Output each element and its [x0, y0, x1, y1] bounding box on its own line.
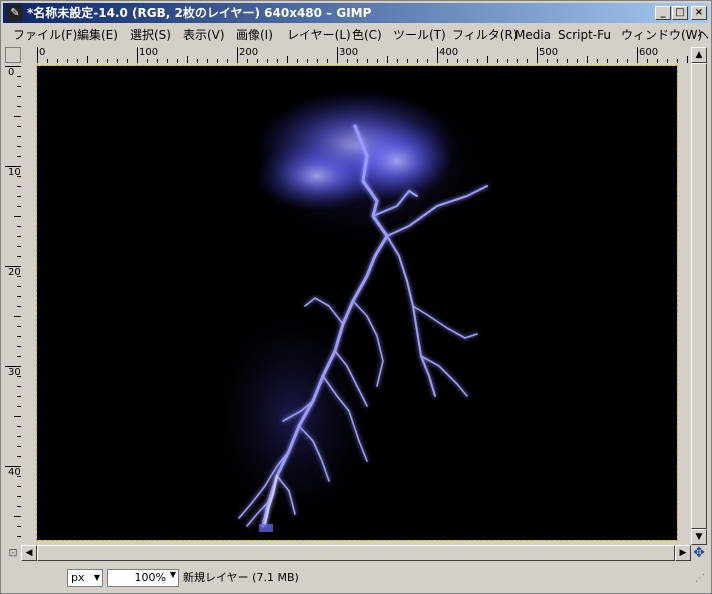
scroll-right-arrow-icon[interactable]: ▶: [675, 545, 691, 561]
chevron-down-icon: ▼: [93, 573, 100, 582]
menu-layer[interactable]: レイヤー(L): [287, 27, 351, 43]
ruler-label: 100: [139, 47, 159, 58]
vertical-scrollbar[interactable]: ▲ ▼: [691, 47, 707, 545]
horizontal-scrollbar[interactable]: ◀ ▶: [21, 545, 691, 561]
resize-grip-icon[interactable]: ⋰: [695, 573, 705, 584]
minimize-button[interactable]: _: [655, 6, 671, 20]
menu-view[interactable]: 表示(V): [183, 27, 225, 43]
navigate-icon[interactable]: ✥: [691, 545, 707, 561]
ruler-minor-tick: [87, 56, 88, 63]
lightning-image: [202, 76, 507, 536]
ruler-minor-tick: [487, 56, 488, 63]
unit-selector[interactable]: px ▼: [67, 569, 103, 587]
menu-script-fu[interactable]: Script-Fu: [558, 27, 611, 43]
ruler-minor-tick: [14, 416, 21, 417]
scroll-down-arrow-icon[interactable]: ▼: [691, 529, 707, 545]
image-canvas[interactable]: [36, 65, 678, 541]
maximize-button[interactable]: □: [672, 6, 688, 20]
menu-help[interactable]: ヘ: [697, 27, 709, 43]
status-bar: px ▼ 100% ▼ 新規レイヤー (7.1 MB) ⋰: [3, 565, 709, 591]
ruler-corner[interactable]: [5, 47, 21, 63]
menu-colors[interactable]: 色(C): [352, 27, 382, 43]
menu-file[interactable]: ファイル(F): [13, 27, 77, 43]
gimp-icon: ✎: [7, 5, 23, 21]
ruler-tick: [337, 47, 338, 63]
close-button[interactable]: ×: [691, 6, 707, 20]
gimp-window: ✎ *名称未設定-14.0 (RGB, 2枚のレイヤー) 640x480 – G…: [0, 0, 712, 594]
ruler-minor-tick: [14, 316, 21, 317]
unit-value: px: [71, 571, 85, 584]
menu-image[interactable]: 画像(I): [236, 27, 273, 43]
ruler-label: 600: [639, 47, 659, 58]
chevron-down-icon: ▼: [169, 570, 176, 579]
menu-filters[interactable]: フィルタ(R): [452, 27, 517, 43]
ruler-tick: [637, 47, 638, 63]
vertical-scroll-thumb[interactable]: [691, 63, 707, 529]
ruler-tick: [237, 47, 238, 63]
horizontal-ruler[interactable]: 0 100 200 300 400 500 600: [21, 47, 689, 64]
scroll-up-arrow-icon[interactable]: ▲: [691, 47, 707, 63]
ruler-tick: [137, 47, 138, 63]
quick-mask-icon[interactable]: ⊡: [5, 545, 21, 561]
menu-bar: ファイル(F) 編集(E) 選択(S) 表示(V) 画像(I) レイヤー(L) …: [3, 25, 709, 45]
menu-edit[interactable]: 編集(E): [77, 27, 118, 43]
horizontal-scroll-thumb[interactable]: [37, 545, 675, 561]
ruler-tick: [537, 47, 538, 63]
title-bar[interactable]: ✎ *名称未設定-14.0 (RGB, 2枚のレイヤー) 640x480 – G…: [3, 3, 709, 23]
zoom-value: 100%: [134, 571, 166, 584]
ruler-tick: [437, 47, 438, 63]
ruler-minor-tick: [187, 56, 188, 63]
ruler-minor-tick: [14, 516, 21, 517]
ruler-label: 400: [439, 47, 459, 58]
ruler-label: 0: [39, 47, 46, 58]
ruler-label: 500: [539, 47, 559, 58]
ruler-minor-tick: [14, 216, 21, 217]
menu-media[interactable]: Media: [515, 27, 551, 43]
canvas-area[interactable]: [21, 63, 689, 543]
menu-select[interactable]: 選択(S): [130, 27, 171, 43]
ruler-minor-tick: [587, 56, 588, 63]
menu-tools[interactable]: ツール(T): [393, 27, 446, 43]
ruler-label: 200: [239, 47, 259, 58]
scroll-left-arrow-icon[interactable]: ◀: [21, 545, 37, 561]
ruler-tick: [37, 47, 38, 63]
window-title: *名称未設定-14.0 (RGB, 2枚のレイヤー) 640x480 – GIM…: [27, 6, 372, 20]
ruler-minor-tick: [287, 56, 288, 63]
zoom-selector[interactable]: 100% ▼: [107, 569, 179, 587]
menu-windows[interactable]: ウィンドウ(W): [621, 27, 702, 43]
ruler-minor-tick: [14, 116, 21, 117]
ruler-label: 300: [339, 47, 359, 58]
vertical-ruler[interactable]: 0 100 200 300 400: [5, 63, 22, 543]
ruler-minor-tick: [687, 56, 688, 63]
layer-info: 新規レイヤー (7.1 MB): [183, 571, 299, 584]
ruler-minor-tick: [387, 56, 388, 63]
